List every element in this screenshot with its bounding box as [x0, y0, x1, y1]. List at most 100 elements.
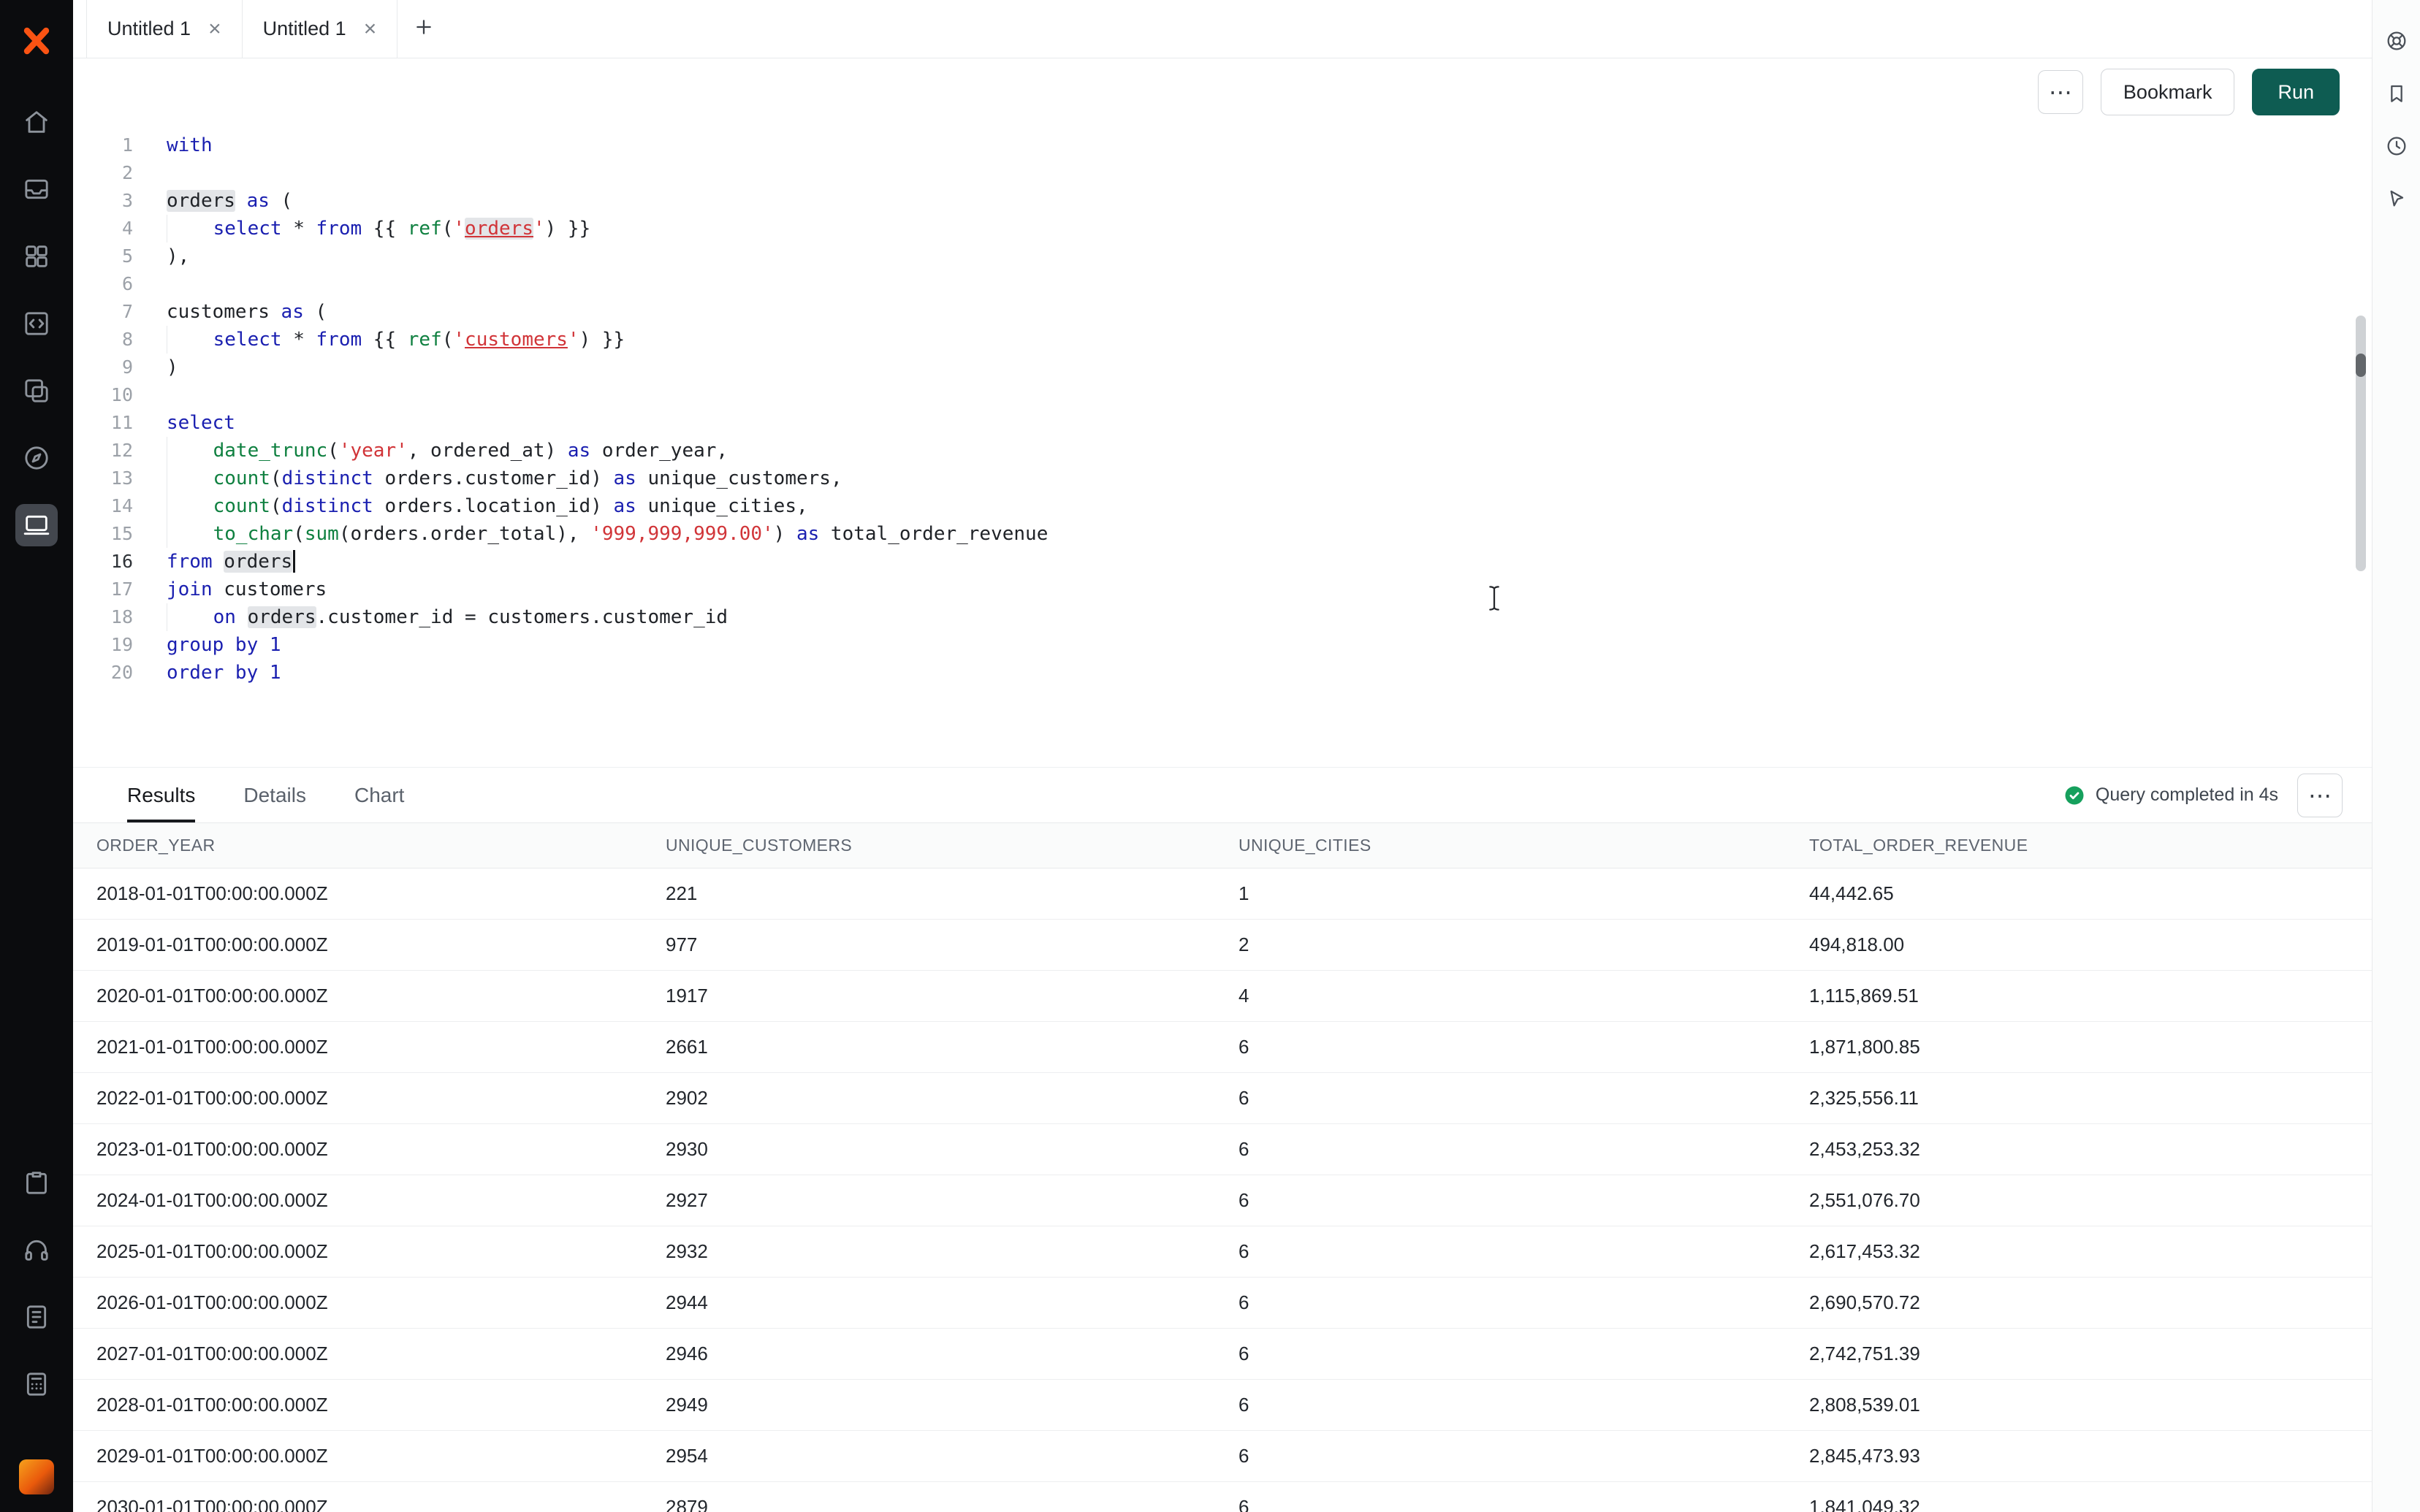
- tab-label: Untitled 1: [263, 18, 346, 40]
- app-window: Untitled 1×Untitled 1× ⋯ Bookmark Run 1w…: [0, 0, 2420, 1512]
- table-cell: 2,325,556.11: [1786, 1087, 2372, 1110]
- table-header: ORDER_YEARUNIQUE_CUSTOMERSUNIQUE_CITIEST…: [73, 823, 2372, 868]
- code-line[interactable]: 4 select * from {{ ref('orders') }}: [73, 215, 2372, 243]
- table-row[interactable]: 2020-01-01T00:00:00.000Z191741,115,869.5…: [73, 971, 2372, 1022]
- help-icon[interactable]: [2381, 25, 2413, 57]
- run-button[interactable]: Run: [2252, 69, 2340, 115]
- table-cell: 2029-01-01T00:00:00.000Z: [73, 1445, 642, 1467]
- code-line[interactable]: 9): [73, 354, 2372, 381]
- editor-scrollbar-marker: [2356, 354, 2366, 377]
- tab-close-icon[interactable]: ×: [364, 18, 377, 40]
- warehouse-icon[interactable]: [15, 168, 58, 210]
- table-row[interactable]: 2022-01-01T00:00:00.000Z290262,325,556.1…: [73, 1073, 2372, 1124]
- table-row[interactable]: 2023-01-01T00:00:00.000Z293062,453,253.3…: [73, 1124, 2372, 1175]
- table-cell: 2,742,751.39: [1786, 1343, 2372, 1365]
- calculator-icon[interactable]: [15, 1363, 58, 1405]
- headphones-icon[interactable]: [15, 1229, 58, 1271]
- table-cell: 2021-01-01T00:00:00.000Z: [73, 1036, 642, 1058]
- code-line[interactable]: 7customers as (: [73, 298, 2372, 326]
- compass-icon[interactable]: [15, 437, 58, 479]
- table-row[interactable]: 2021-01-01T00:00:00.000Z266161,871,800.8…: [73, 1022, 2372, 1073]
- code-lines: 1with23orders as (4 select * from {{ ref…: [73, 131, 2372, 687]
- table-cell: 2,845,473.93: [1786, 1445, 2372, 1467]
- table-cell: 2026-01-01T00:00:00.000Z: [73, 1291, 642, 1314]
- table-row[interactable]: 2029-01-01T00:00:00.000Z295462,845,473.9…: [73, 1431, 2372, 1482]
- editor-toolbar: ⋯ Bookmark Run: [73, 58, 2372, 126]
- clipboard-icon[interactable]: [15, 1161, 58, 1204]
- code-line[interactable]: 15 to_char(sum(orders.order_total), '999…: [73, 520, 2372, 548]
- line-number: 20: [73, 659, 133, 687]
- tab-close-icon[interactable]: ×: [208, 18, 221, 40]
- table-cell: 2027-01-01T00:00:00.000Z: [73, 1343, 642, 1365]
- code-icon[interactable]: [15, 302, 58, 345]
- table-row[interactable]: 2030-01-01T00:00:00.000Z287961,841,049.3…: [73, 1482, 2372, 1512]
- sql-editor[interactable]: 1with23orders as (4 select * from {{ ref…: [73, 126, 2372, 767]
- code-line[interactable]: 18 on orders.customer_id = customers.cus…: [73, 603, 2372, 631]
- results-tab-details[interactable]: Details: [243, 768, 306, 822]
- line-number: 7: [73, 298, 133, 326]
- results-more-button[interactable]: ⋯: [2297, 774, 2343, 817]
- table-row[interactable]: 2026-01-01T00:00:00.000Z294462,690,570.7…: [73, 1278, 2372, 1329]
- line-number: 11: [73, 409, 133, 437]
- terminal-icon[interactable]: [15, 504, 58, 546]
- code-line[interactable]: 17join customers: [73, 576, 2372, 603]
- results-tab-results[interactable]: Results: [127, 768, 195, 822]
- home-icon[interactable]: [15, 101, 58, 143]
- results-tab-chart[interactable]: Chart: [354, 768, 404, 822]
- table-cell: 1917: [642, 985, 1215, 1007]
- code-line[interactable]: 8 select * from {{ ref('customers') }}: [73, 326, 2372, 354]
- user-avatar[interactable]: [19, 1459, 54, 1494]
- right-sidebar: [2372, 0, 2420, 1512]
- windows-icon[interactable]: [15, 370, 58, 412]
- line-content: select * from {{ ref('orders') }}: [133, 215, 590, 243]
- column-header: UNIQUE_CUSTOMERS: [642, 836, 1215, 855]
- code-line[interactable]: 1with: [73, 131, 2372, 159]
- editor-tab[interactable]: Untitled 1×: [86, 0, 243, 58]
- line-content: [133, 159, 167, 187]
- code-line[interactable]: 5),: [73, 243, 2372, 270]
- code-line[interactable]: 2: [73, 159, 2372, 187]
- app-logo[interactable]: [19, 23, 54, 58]
- code-line[interactable]: 12 date_trunc('year', ordered_at) as ord…: [73, 437, 2372, 465]
- editor-tab[interactable]: Untitled 1 ×: [243, 0, 398, 58]
- table-cell: 2949: [642, 1394, 1215, 1416]
- table-cell: 6: [1215, 1343, 1786, 1365]
- journal-icon[interactable]: [15, 1296, 58, 1338]
- table-row[interactable]: 2025-01-01T00:00:00.000Z293262,617,453.3…: [73, 1226, 2372, 1278]
- table-cell: 6: [1215, 1445, 1786, 1467]
- table-row[interactable]: 2019-01-01T00:00:00.000Z9772494,818.00: [73, 920, 2372, 971]
- code-line[interactable]: 14 count(distinct orders.location_id) as…: [73, 492, 2372, 520]
- bookmark-button[interactable]: Bookmark: [2101, 69, 2235, 115]
- code-line[interactable]: 16from orders: [73, 548, 2372, 576]
- table-cell: 6: [1215, 1138, 1786, 1161]
- table-row[interactable]: 2028-01-01T00:00:00.000Z294962,808,539.0…: [73, 1380, 2372, 1431]
- line-content: customers as (: [133, 298, 327, 326]
- table-cell: 6: [1215, 1036, 1786, 1058]
- code-line[interactable]: 20order by 1: [73, 659, 2372, 687]
- line-content: ): [133, 354, 178, 381]
- code-line[interactable]: 10: [73, 381, 2372, 409]
- check-icon: [2063, 784, 2085, 806]
- line-content: count(distinct orders.location_id) as un…: [133, 492, 808, 520]
- table-cell: 1: [1215, 882, 1786, 905]
- line-content: order by 1: [133, 659, 281, 687]
- code-line[interactable]: 11select: [73, 409, 2372, 437]
- line-content: to_char(sum(orders.order_total), '999,99…: [133, 520, 1048, 548]
- line-number: 19: [73, 631, 133, 659]
- apps-icon[interactable]: [15, 235, 58, 278]
- history-icon[interactable]: [2381, 130, 2413, 162]
- code-line[interactable]: 13 count(distinct orders.customer_id) as…: [73, 465, 2372, 492]
- results-header: ResultsDetailsChart Query completed in 4…: [73, 768, 2372, 823]
- more-options-button[interactable]: ⋯: [2038, 70, 2083, 114]
- table-cell: 2,690,570.72: [1786, 1291, 2372, 1314]
- table-row[interactable]: 2024-01-01T00:00:00.000Z292762,551,076.7…: [73, 1175, 2372, 1226]
- cursor-click-icon[interactable]: [2381, 183, 2413, 215]
- code-line[interactable]: 19group by 1: [73, 631, 2372, 659]
- new-tab-button[interactable]: [397, 0, 450, 58]
- bookmark-icon[interactable]: [2381, 77, 2413, 110]
- code-line[interactable]: 3orders as (: [73, 187, 2372, 215]
- table-row[interactable]: 2027-01-01T00:00:00.000Z294662,742,751.3…: [73, 1329, 2372, 1380]
- table-row[interactable]: 2018-01-01T00:00:00.000Z221144,442.65: [73, 868, 2372, 920]
- code-line[interactable]: 6: [73, 270, 2372, 298]
- table-cell: 6: [1215, 1087, 1786, 1110]
